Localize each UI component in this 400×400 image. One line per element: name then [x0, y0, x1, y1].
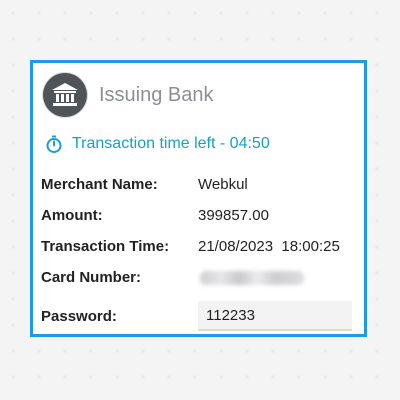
header: Issuing Bank [43, 73, 214, 117]
merchant-row: Merchant Name: Webkul [41, 169, 361, 200]
amount-value: 399857.00 [198, 207, 269, 224]
password-label: Password: [41, 307, 117, 325]
transaction-time-value: 21/08/2023 18:00:25 [198, 238, 340, 255]
payment-card: Issuing Bank Transaction time left - 04:… [30, 60, 367, 337]
transaction-time-label: Transaction Time: [41, 238, 170, 255]
timer-text: Transaction time left - 04:50 [72, 135, 270, 152]
amount-label: Amount: [41, 207, 103, 224]
bank-name: Issuing Bank [99, 83, 214, 106]
merchant-value: Webkul [198, 176, 248, 193]
amount-row: Amount: 399857.00 [41, 200, 361, 231]
stopwatch-icon [45, 135, 63, 153]
card-number-masked [200, 270, 304, 285]
merchant-label: Merchant Name: [41, 176, 158, 193]
transaction-timer: Transaction time left - 04:50 [45, 135, 270, 153]
transaction-details: Merchant Name: Webkul Amount: 399857.00 … [41, 169, 361, 335]
card-number-label: Card Number: [41, 269, 142, 286]
card-number-row: Card Number: [41, 262, 361, 293]
transaction-time-row: Transaction Time: 21/08/2023 18:00:25 [41, 231, 361, 262]
bank-icon [43, 73, 87, 117]
password-input[interactable] [198, 301, 352, 331]
password-row: Password: [41, 297, 361, 335]
